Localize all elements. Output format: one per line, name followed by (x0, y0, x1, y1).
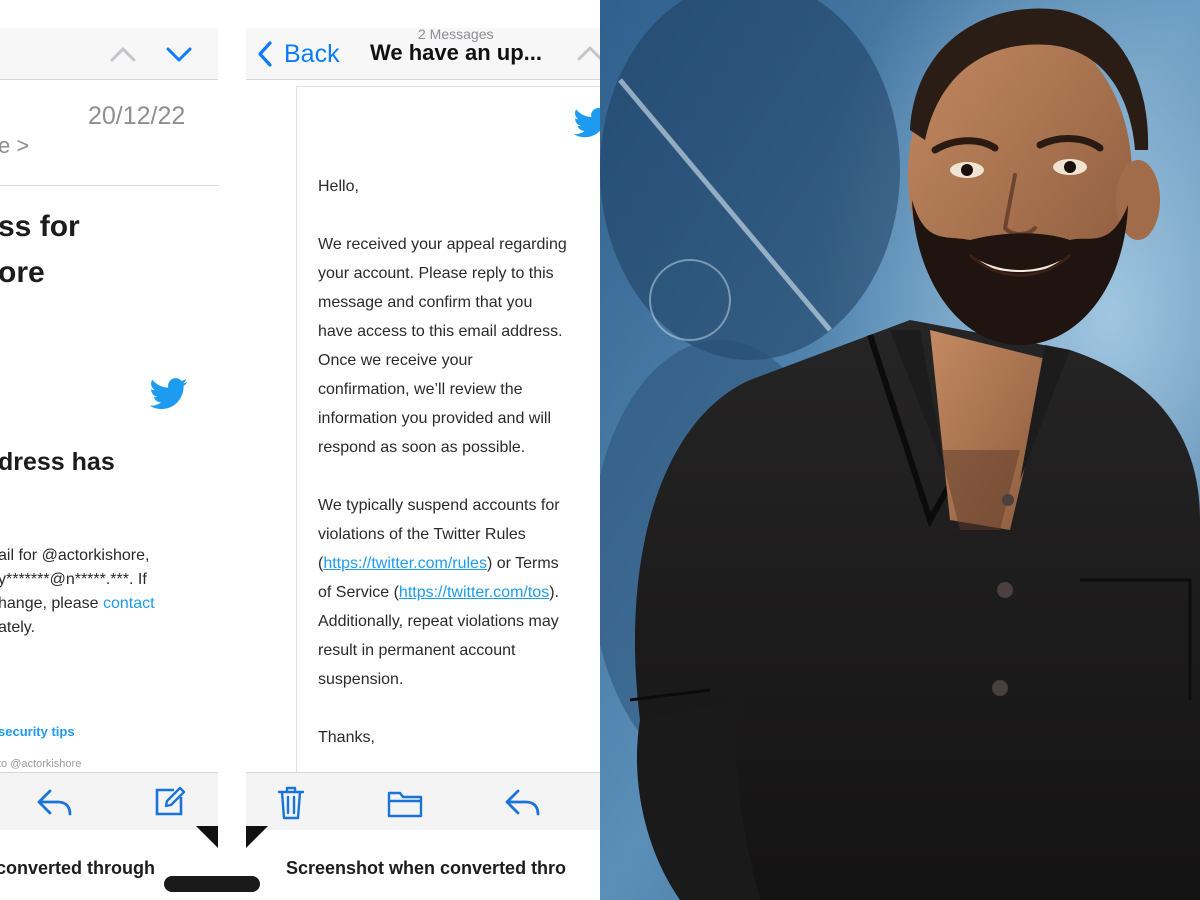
screenshot-corner (196, 826, 218, 848)
portrait-illustration (600, 0, 1200, 900)
chevron-down-icon[interactable] (164, 42, 194, 66)
back-button[interactable]: Back (256, 36, 340, 72)
sent-to-text: to @actorkishore (0, 758, 82, 770)
twitter-bird-icon (574, 108, 600, 138)
sender-details-link[interactable]: e > (0, 133, 29, 159)
paragraph-suspension: We typically suspend accounts for violat… (318, 497, 560, 688)
twitter-tos-link[interactable]: https://twitter.com/tos (399, 584, 549, 601)
signoff: Thanks, (318, 729, 375, 746)
security-tips-link[interactable]: security tips (0, 724, 75, 739)
thread-title: We have an up... (370, 40, 542, 65)
folder-icon[interactable] (386, 787, 424, 819)
paragraph-appeal: We received your appeal regarding your a… (318, 236, 567, 456)
mail-navbar (0, 28, 218, 80)
back-label: Back (284, 39, 340, 68)
portrait-photo (600, 0, 1200, 900)
email-body: Hello, We received your appeal regarding… (318, 172, 600, 781)
mail-toolbar (0, 772, 218, 830)
reply-icon[interactable] (504, 787, 542, 817)
email-subject: ss for ore (0, 210, 80, 289)
compose-icon[interactable] (152, 785, 186, 819)
mail-toolbar (246, 772, 600, 830)
screenshot-corner (246, 826, 268, 848)
trash-icon[interactable] (276, 785, 306, 821)
chevron-left-icon (258, 41, 272, 67)
mail-screenshot-right: Back 2 Messages We have an up... Hello, … (232, 0, 600, 900)
reply-icon[interactable] (36, 787, 74, 817)
email-date: 20/12/22 (88, 102, 186, 130)
home-indicator (164, 876, 260, 892)
contact-link[interactable]: contact (103, 595, 155, 612)
mail-screenshot-left: 20/12/22 e > ss for ore dress has ail fo… (0, 0, 232, 900)
email-headline: dress has (0, 448, 115, 476)
chevron-up-icon[interactable] (108, 42, 138, 66)
twitter-bird-icon (150, 378, 188, 410)
divider (0, 185, 218, 186)
screenshot-caption: converted through (0, 858, 156, 878)
email-body: ail for @actorkishore, y*******@n*****.*… (0, 547, 155, 636)
chevron-up-icon[interactable] (576, 42, 600, 64)
greeting: Hello, (318, 178, 359, 195)
twitter-rules-link[interactable]: https://twitter.com/rules (323, 555, 487, 572)
screenshot-caption: Screenshot when converted thro (286, 858, 567, 878)
